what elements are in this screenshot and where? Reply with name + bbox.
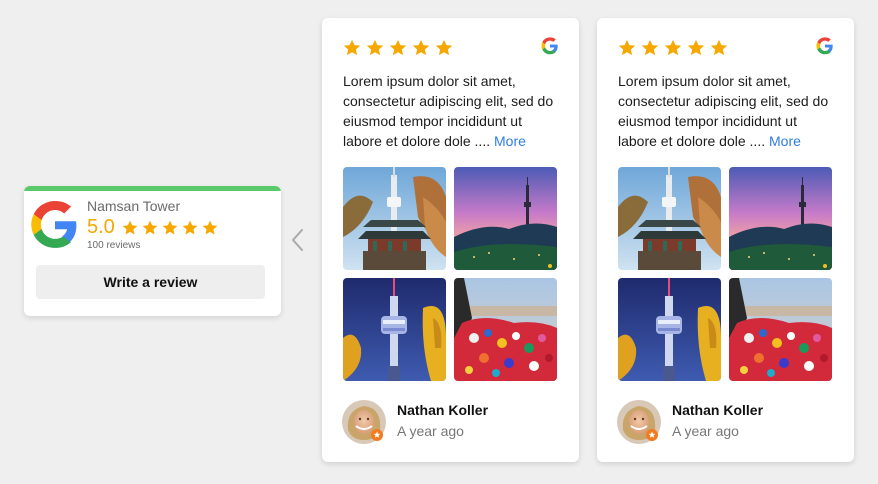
star-icon xyxy=(663,38,683,58)
review-stars xyxy=(342,38,454,58)
write-review-button[interactable]: Write a review xyxy=(36,265,265,299)
more-link[interactable]: More xyxy=(494,133,526,149)
star-icon xyxy=(388,38,408,58)
rating-row: 5.0 xyxy=(87,216,219,239)
review-time: A year ago xyxy=(397,423,464,439)
review-text: Lorem ipsum dolor sit amet, consectetur … xyxy=(343,71,563,151)
photo-namsan-tower-night[interactable] xyxy=(343,278,446,381)
review-time: A year ago xyxy=(672,423,739,439)
rating-stars xyxy=(121,219,219,237)
avatar xyxy=(617,400,661,444)
star-icon xyxy=(411,38,431,58)
review-text: Lorem ipsum dolor sit amet, consectetur … xyxy=(618,71,838,151)
google-icon xyxy=(816,37,834,55)
review-card: Lorem ipsum dolor sit amet, consectetur … xyxy=(322,18,579,462)
review-count: 100 reviews xyxy=(87,240,141,251)
place-name: Namsan Tower xyxy=(87,198,181,214)
author-name[interactable]: Nathan Koller xyxy=(397,402,488,418)
photo-namsan-tower-sunset[interactable] xyxy=(454,167,557,270)
rating-summary-badge: Namsan Tower 5.0 100 reviews Write a rev… xyxy=(24,186,281,316)
star-icon xyxy=(161,219,179,237)
photo-namsan-tower-pagoda[interactable] xyxy=(618,167,721,270)
more-link[interactable]: More xyxy=(769,133,801,149)
star-icon xyxy=(342,38,362,58)
photo-namsan-tower-pagoda[interactable] xyxy=(343,167,446,270)
google-icon xyxy=(541,37,559,55)
star-icon xyxy=(686,38,706,58)
star-icon xyxy=(640,38,660,58)
star-icon xyxy=(201,219,219,237)
review-photos xyxy=(618,167,832,381)
star-icon xyxy=(434,38,454,58)
author-name[interactable]: Nathan Koller xyxy=(672,402,763,418)
review-card: Lorem ipsum dolor sit amet, consectetur … xyxy=(597,18,854,462)
accent-bar xyxy=(24,186,281,191)
review-stars xyxy=(617,38,729,58)
star-icon xyxy=(141,219,159,237)
review-photos xyxy=(343,167,557,381)
photo-namsan-tower-night[interactable] xyxy=(618,278,721,381)
star-icon xyxy=(365,38,385,58)
avatar xyxy=(342,400,386,444)
photo-love-locks[interactable] xyxy=(454,278,557,381)
star-icon xyxy=(181,219,199,237)
star-icon xyxy=(121,219,139,237)
google-icon xyxy=(30,200,80,250)
chevron-left-icon[interactable] xyxy=(288,226,308,254)
rating-value: 5.0 xyxy=(87,216,115,238)
photo-namsan-tower-sunset[interactable] xyxy=(729,167,832,270)
star-icon xyxy=(617,38,637,58)
star-icon xyxy=(709,38,729,58)
photo-love-locks[interactable] xyxy=(729,278,832,381)
